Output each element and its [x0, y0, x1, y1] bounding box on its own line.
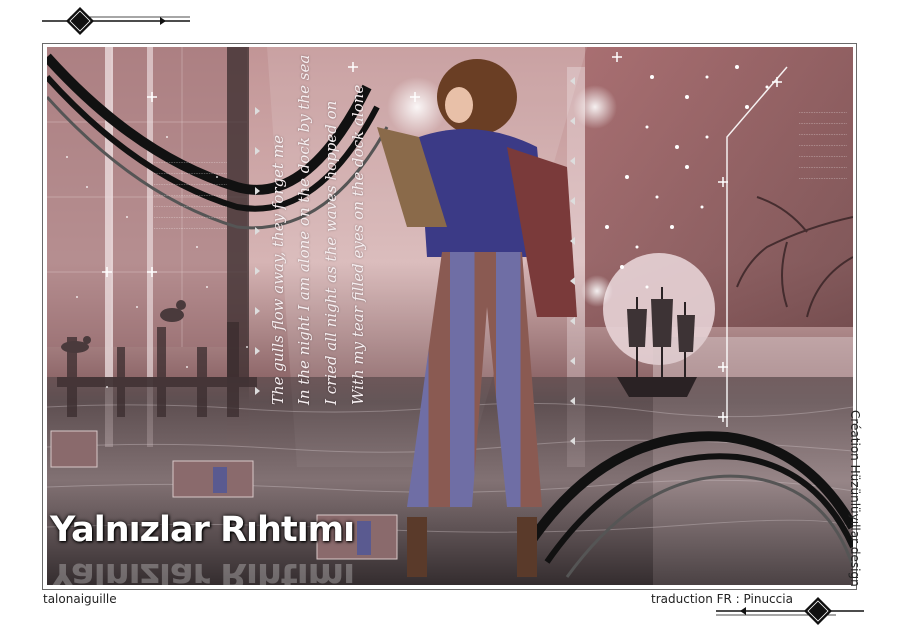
poem-line-1: The gulls flow away, they forget me	[269, 135, 287, 405]
designer-credit: Création Hüzünlüyıllar design	[848, 410, 862, 587]
ghost-text-right: ............................. ..........…	[798, 109, 847, 181]
artwork-title: Yalnızlar Rıhtımı	[50, 510, 355, 550]
author-credit: talonaiguille	[43, 592, 117, 606]
artwork-canvas: ........................................…	[47, 47, 853, 585]
artwork-title-reflection: Yalnızlar Rıhtımı	[50, 555, 355, 585]
poem-line-4: With my tear filled eyes on the dock alo…	[349, 84, 367, 405]
corner-ornament-bottom-right	[716, 597, 864, 625]
poem-line-2: In the night I am alone on the dock by t…	[295, 54, 313, 405]
artwork-scene	[47, 47, 853, 585]
corner-ornament-top-left	[42, 7, 190, 35]
ghost-text-left: ........................................…	[153, 159, 227, 231]
poem-line-3: I cried all night as the waves hopped on	[322, 100, 340, 405]
